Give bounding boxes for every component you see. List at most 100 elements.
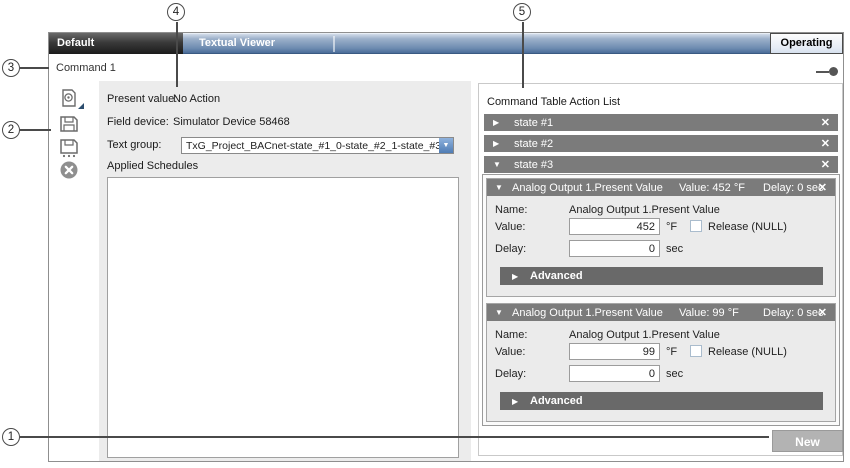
tab-operating[interactable]: Operating [770, 33, 843, 54]
text-group-dropdown[interactable]: TxG_Project_BACnet-state_#1_0-state_#2_1… [181, 137, 454, 154]
close-icon[interactable]: ✕ [818, 306, 827, 319]
state-label: state #2 [514, 138, 553, 150]
action-title: Analog Output 1.Present Value [512, 307, 663, 319]
content-area: Present value: No Action Field device: S… [49, 81, 843, 461]
delay-input[interactable] [569, 240, 660, 257]
save-icon[interactable] [58, 113, 80, 135]
chevron-right-icon: ▶ [493, 118, 499, 127]
name-value: Analog Output 1.Present Value [569, 204, 720, 216]
action-list-title: Command Table Action List [487, 96, 620, 108]
chevron-right-icon: ▶ [512, 272, 518, 281]
delay-unit: sec [666, 368, 683, 380]
cancel-icon[interactable] [58, 159, 80, 181]
delay-label: Delay: [495, 243, 526, 255]
field-device-label: Field device: [107, 116, 169, 128]
callout-5-line [522, 22, 524, 88]
advanced-expander[interactable]: ▶ Advanced [500, 392, 823, 410]
delay-label: Delay: [495, 368, 526, 380]
name-label: Name: [495, 204, 527, 216]
applied-schedules-list[interactable] [107, 177, 459, 458]
text-group-label: Text group: [107, 139, 161, 151]
release-label: Release (NULL) [708, 221, 787, 233]
value-label: Value: [495, 221, 525, 233]
state-bar-1[interactable]: ▶ state #1 ✕ [484, 114, 838, 131]
close-icon[interactable]: ✕ [821, 158, 830, 171]
value-label: Value: [495, 346, 525, 358]
sidebar [49, 81, 99, 461]
release-label: Release (NULL) [708, 346, 787, 358]
release-checkbox[interactable] [690, 345, 702, 357]
command-title-row: Command 1 [49, 54, 843, 81]
chevron-down-icon[interactable]: ▼ [439, 138, 453, 153]
icon-dropdown-triangle [78, 103, 84, 109]
chevron-right-icon: ▶ [493, 139, 499, 148]
application-window: Default Textual Viewer Operating Command… [48, 32, 844, 462]
callout-1-line [20, 436, 769, 438]
value-input[interactable] [569, 218, 660, 235]
command-form-panel: Present value: No Action Field device: S… [99, 81, 471, 461]
present-value: No Action [173, 93, 220, 105]
action-header[interactable]: ▼ Analog Output 1.Present Value Value: 9… [487, 304, 835, 321]
close-icon[interactable]: ✕ [821, 137, 830, 150]
header-blue-bar: Textual Viewer [183, 33, 770, 54]
state-3-container: ▼ Analog Output 1.Present Value Value: 4… [482, 174, 840, 426]
action-summary-value: Value: 99 °F [679, 307, 739, 319]
delay-input[interactable] [569, 365, 660, 382]
callout-2-line [20, 129, 51, 131]
close-icon[interactable]: ✕ [821, 116, 830, 129]
action-summary-value: Value: 452 °F [679, 182, 745, 194]
delay-row: Delay: sec [495, 239, 835, 261]
new-button[interactable]: New [772, 430, 843, 452]
advanced-expander[interactable]: ▶ Advanced [500, 267, 823, 285]
action-summary-delay: Delay: 0 sec [763, 307, 824, 319]
value-row: Value: °F Release (NULL) [495, 217, 835, 239]
value-row: Value: °F Release (NULL) [495, 342, 835, 364]
action-panel-1: ▼ Analog Output 1.Present Value Value: 4… [486, 178, 836, 297]
header-separator [333, 36, 335, 52]
action-panel-2: ▼ Analog Output 1.Present Value Value: 9… [486, 303, 836, 422]
name-label: Name: [495, 329, 527, 341]
save-as-icon[interactable] [58, 137, 80, 159]
tab-default[interactable]: Default [49, 33, 183, 54]
name-row: Name: Analog Output 1.Present Value [495, 321, 835, 342]
callout-4: 4 [167, 3, 185, 21]
text-group-value: TxG_Project_BACnet-state_#1_0-state_#2_1… [186, 140, 453, 152]
chevron-down-icon: ▼ [495, 183, 503, 192]
value-unit: °F [666, 221, 677, 233]
state-label: state #3 [514, 159, 553, 171]
callout-3: 3 [2, 59, 20, 77]
value-unit: °F [666, 346, 677, 358]
command-table-action-list-panel: Command Table Action List ▶ state #1 ✕ ▶… [478, 83, 843, 456]
command-title: Command 1 [56, 62, 116, 74]
name-row: Name: Analog Output 1.Present Value [495, 196, 835, 217]
value-input[interactable] [569, 343, 660, 360]
present-value-label: Present value: [107, 93, 177, 105]
action-summary-delay: Delay: 0 sec [763, 182, 824, 194]
delay-unit: sec [666, 243, 683, 255]
delay-row: Delay: sec [495, 364, 835, 386]
callout-5: 5 [513, 3, 531, 21]
name-value: Analog Output 1.Present Value [569, 329, 720, 341]
state-bar-3[interactable]: ▼ state #3 ✕ [484, 156, 838, 173]
action-header[interactable]: ▼ Analog Output 1.Present Value Value: 4… [487, 179, 835, 196]
state-label: state #1 [514, 117, 553, 129]
tab-textual-viewer[interactable]: Textual Viewer [199, 37, 275, 49]
callout-4-line [176, 22, 178, 87]
state-bar-2[interactable]: ▶ state #2 ✕ [484, 135, 838, 152]
applied-schedules-label: Applied Schedules [107, 160, 198, 172]
chevron-right-icon: ▶ [512, 397, 518, 406]
advanced-label: Advanced [530, 395, 583, 407]
release-checkbox[interactable] [690, 220, 702, 232]
chevron-down-icon: ▼ [495, 308, 503, 317]
field-device: Simulator Device 58468 [173, 116, 290, 128]
advanced-label: Advanced [530, 270, 583, 282]
pin-dot [829, 67, 838, 76]
header-bar: Default Textual Viewer Operating [49, 33, 843, 54]
chevron-down-icon: ▼ [493, 160, 501, 169]
execute-command-icon[interactable] [58, 88, 80, 110]
callout-3-line [20, 67, 49, 69]
close-icon[interactable]: ✕ [818, 181, 827, 194]
pin-icon[interactable] [816, 67, 838, 76]
action-title: Analog Output 1.Present Value [512, 182, 663, 194]
pin-line [816, 71, 829, 73]
